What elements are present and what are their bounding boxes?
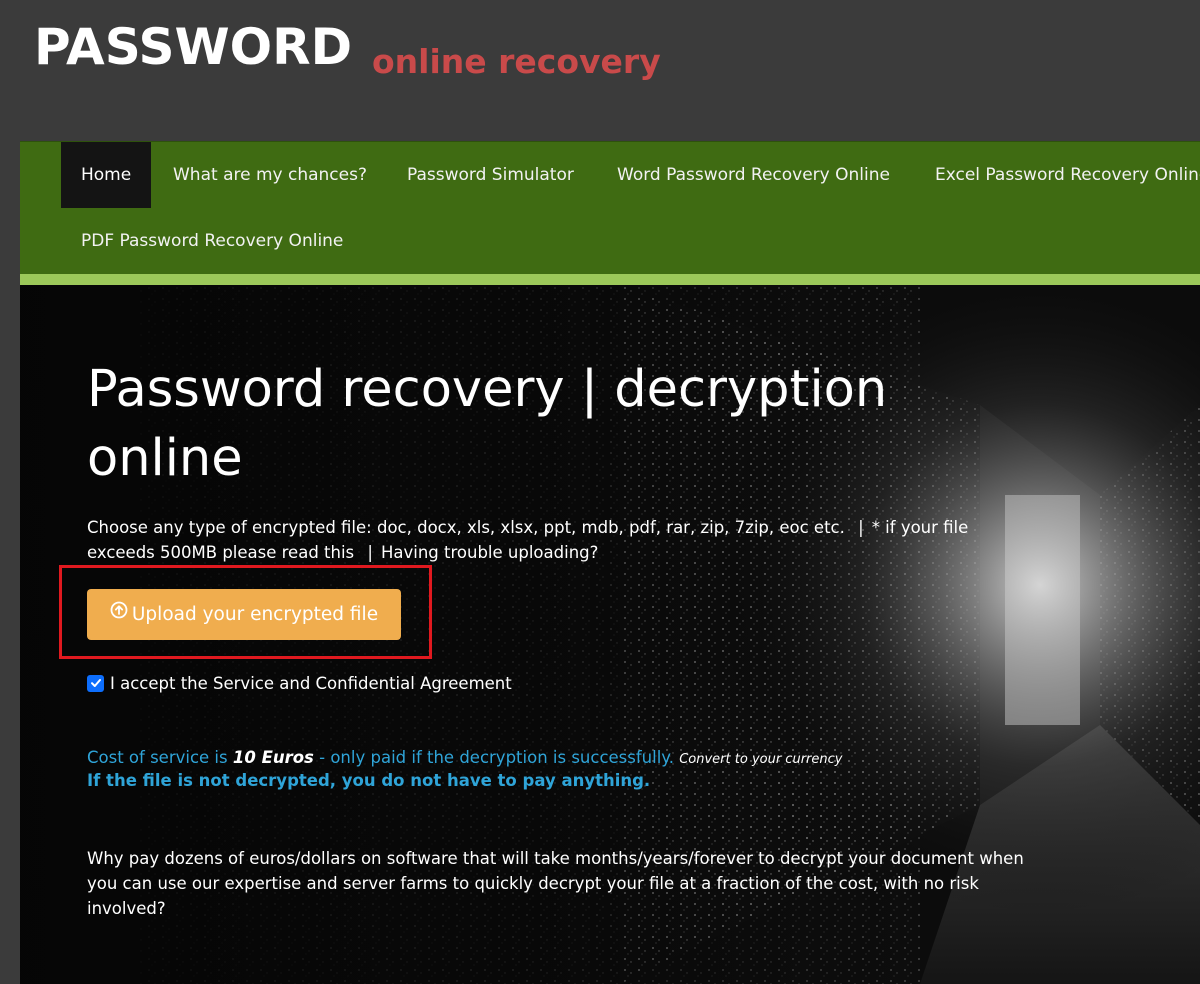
upload-file-button[interactable]: Upload your encrypted file [87, 589, 401, 640]
convert-currency-link[interactable]: Convert to your currency [679, 752, 842, 767]
intro-paragraph: Choose any type of encrypted file: doc, … [87, 515, 1017, 565]
separator: | [367, 543, 373, 562]
nav-item-simulator[interactable]: Password Simulator [387, 142, 594, 208]
agreement-row: I accept the Service and Confidential Ag… [87, 670, 512, 696]
nav-item-home[interactable]: Home [61, 142, 152, 208]
upload-button-label: Upload your encrypted file [131, 604, 379, 625]
cost-prefix: Cost of service is [87, 748, 233, 767]
logo-title[interactable]: PASSWORD [34, 18, 352, 76]
cost-price: 10 Euros [232, 748, 314, 767]
nav-item-excel-recovery[interactable]: Excel Password Recovery Online [915, 142, 1200, 208]
nav-item-word-recovery[interactable]: Word Password Recovery Online [597, 142, 910, 208]
supported-file-types: Choose any type of encrypted file: doc, … [87, 518, 845, 537]
page-title: Password recovery | decryption online [87, 360, 888, 488]
main-nav: Home What are my chances? Password Simul… [20, 141, 1200, 275]
separator: | [858, 518, 864, 537]
site-header: PASSWORD online recovery [0, 0, 1200, 140]
nav-item-pdf-recovery[interactable]: PDF Password Recovery Online [61, 208, 363, 274]
page: PASSWORD online recovery Home What are m… [0, 0, 1200, 984]
logo-subtitle: online recovery [372, 42, 661, 81]
arrow-up-circle-icon [110, 588, 128, 639]
cost-line: Cost of service is 10 Euros - only paid … [87, 745, 987, 772]
agreement-checkbox[interactable] [87, 674, 104, 692]
cost-suffix: - only paid if the decryption is success… [313, 748, 674, 767]
why-paragraph: Why pay dozens of euros/dollars on softw… [87, 849, 1024, 918]
check-icon [90, 679, 101, 687]
content-frame: Home What are my chances? Password Simul… [20, 141, 1200, 984]
hero-section: Password recovery | decryption online Ch… [20, 285, 1200, 984]
nav-item-chances[interactable]: What are my chances? [153, 142, 387, 208]
trouble-uploading-link[interactable]: Having trouble uploading? [381, 543, 598, 562]
no-fee-guarantee: If the file is not decrypted, you do not… [87, 771, 651, 790]
agreement-label[interactable]: I accept the Service and Confidential Ag… [110, 674, 512, 693]
nav-accent-strip [20, 274, 1200, 285]
